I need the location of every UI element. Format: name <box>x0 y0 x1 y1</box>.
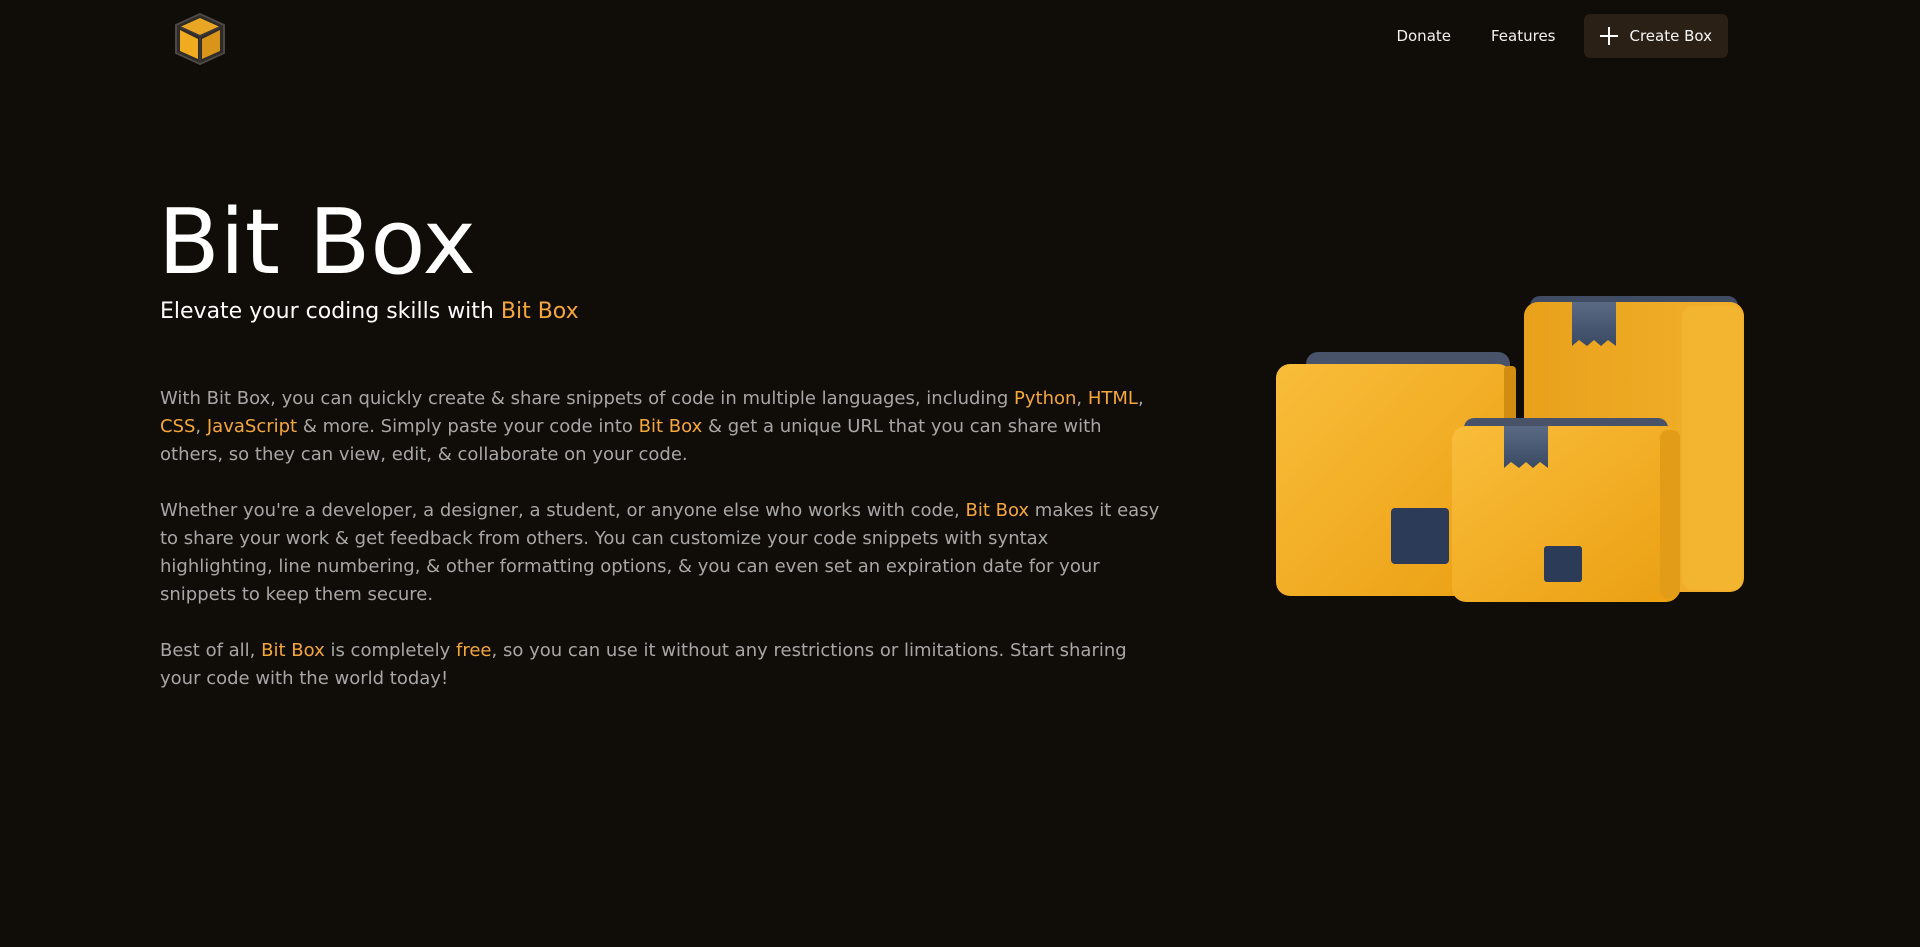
brand-highlight: Bit Box <box>638 416 703 437</box>
text: , <box>195 416 207 437</box>
text: , <box>1137 388 1144 409</box>
free-paragraph: Best of all, Bit Box is completely free,… <box>160 637 1160 693</box>
brand-highlight: Bit Box <box>965 500 1030 521</box>
text: , <box>1076 388 1088 409</box>
nav-link-features[interactable]: Features <box>1491 27 1556 45</box>
free-highlight: free <box>456 640 492 661</box>
lang-css: CSS <box>160 416 196 437</box>
text: is completely <box>324 640 457 661</box>
text: & more. Simply paste your code into <box>297 416 639 437</box>
text: With Bit Box, you can quickly create & s… <box>160 388 1014 409</box>
brand-highlight: Bit Box <box>261 640 325 661</box>
cube-logo-icon[interactable] <box>170 10 230 68</box>
lang-html: HTML <box>1087 388 1138 409</box>
hero-title: Bit Box <box>158 190 476 295</box>
lang-python: Python <box>1014 388 1077 409</box>
nav-link-donate[interactable]: Donate <box>1396 27 1451 45</box>
create-box-button[interactable]: Create Box <box>1583 14 1728 58</box>
text: Best of all, <box>160 640 262 661</box>
create-box-label: Create Box <box>1629 27 1713 45</box>
hero-subtitle-text: Elevate your coding skills with <box>160 299 501 324</box>
plus-icon <box>1599 27 1618 45</box>
top-navbar: Donate Features Create Box <box>0 0 1920 72</box>
intro-paragraph: With Bit Box, you can quickly create & s… <box>160 385 1160 469</box>
hero-subtitle: Elevate your coding skills with Bit Box <box>160 298 579 327</box>
text: Whether you're a developer, a designer, … <box>160 500 966 521</box>
lang-javascript: JavaScript <box>206 416 298 437</box>
cardboard-boxes-illustration <box>1276 296 1744 602</box>
audience-paragraph: Whether you're a developer, a designer, … <box>160 497 1160 609</box>
hero-subtitle-highlight: Bit Box <box>500 299 579 324</box>
nav-links: Donate Features Create Box <box>1396 14 1728 58</box>
